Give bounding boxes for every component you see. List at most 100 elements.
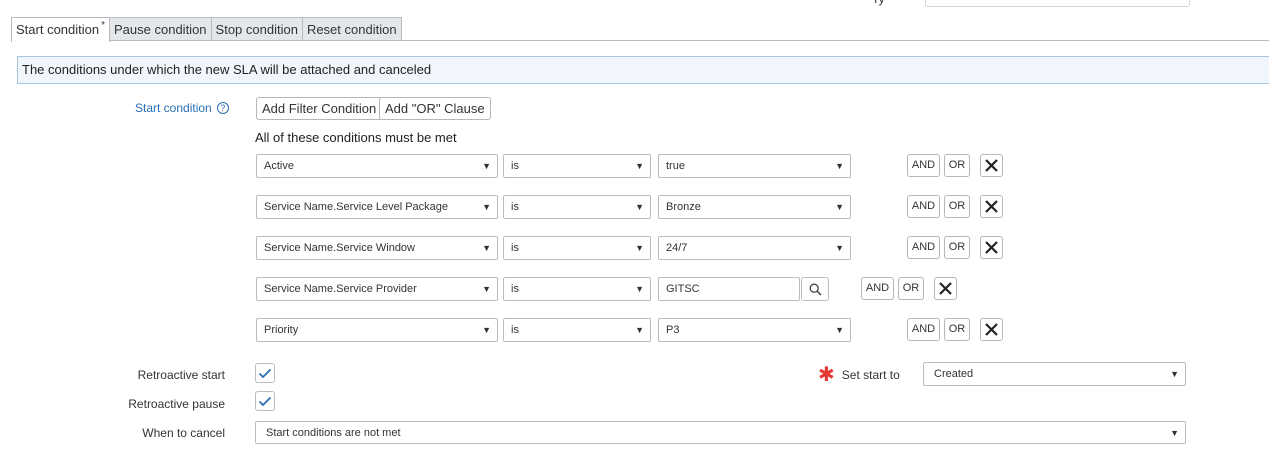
- field-value: Priority: [264, 324, 299, 336]
- type-field-input[interactable]: [925, 0, 1190, 7]
- caret-down-icon: ▼: [635, 161, 644, 171]
- delete-condition-button[interactable]: [980, 154, 1003, 177]
- value-text: true: [666, 160, 685, 172]
- close-icon: [985, 323, 998, 336]
- condition-tabs: Start condition * Pause condition Stop co…: [11, 17, 402, 42]
- value-text: 24/7: [666, 242, 688, 254]
- set-start-to-select[interactable]: Created ▼: [923, 362, 1186, 386]
- caret-down-icon: ▼: [635, 243, 644, 253]
- required-mark: *: [101, 20, 106, 31]
- caret-down-icon: ▼: [835, 325, 844, 335]
- condition-operator-select[interactable]: is ▼: [503, 318, 651, 342]
- caret-down-icon: ▼: [635, 202, 644, 212]
- caret-down-icon: ▼: [1170, 428, 1179, 438]
- annotation-bar: The conditions under which the new SLA w…: [17, 56, 1269, 84]
- tab-stop-condition[interactable]: Stop condition: [211, 17, 303, 41]
- required-star-icon: ✱: [818, 364, 835, 386]
- close-icon: [985, 200, 998, 213]
- all-conditions-text: All of these conditions must be met: [255, 130, 457, 145]
- condition-value-input[interactable]: GITSC: [658, 277, 800, 301]
- add-or-clause-button[interactable]: Add "OR" Clause: [379, 97, 491, 120]
- retroactive-start-checkbox[interactable]: [255, 363, 275, 383]
- caret-down-icon: ▼: [482, 202, 491, 212]
- condition-value-select[interactable]: Bronze ▼: [658, 195, 851, 219]
- retroactive-pause-label: Retroactive pause: [128, 397, 225, 411]
- search-icon: [809, 283, 822, 296]
- retroactive-start-label: Retroactive start: [137, 368, 225, 382]
- condition-field-select[interactable]: Service Name.Service Window ▼: [256, 236, 498, 260]
- type-field-label: Ty: [872, 0, 885, 6]
- condition-operator-select[interactable]: is ▼: [503, 154, 651, 178]
- tab-pause-condition[interactable]: Pause condition: [110, 17, 212, 41]
- caret-down-icon: ▼: [835, 161, 844, 171]
- caret-down-icon: ▼: [635, 325, 644, 335]
- condition-field-select[interactable]: Service Name.Service Level Package ▼: [256, 195, 498, 219]
- caret-down-icon: ▼: [635, 284, 644, 294]
- delete-condition-button[interactable]: [934, 277, 957, 300]
- operator-value: is: [511, 324, 519, 336]
- value-text: Bronze: [666, 201, 701, 213]
- when-to-cancel-label: When to cancel: [142, 426, 225, 440]
- set-start-to-value: Created: [934, 368, 974, 380]
- close-icon: [985, 241, 998, 254]
- caret-down-icon: ▼: [1170, 369, 1179, 379]
- or-button[interactable]: OR: [944, 318, 970, 341]
- value-text: GITSC: [666, 283, 700, 295]
- condition-value-select[interactable]: P3 ▼: [658, 318, 851, 342]
- or-button[interactable]: OR: [944, 195, 970, 218]
- operator-value: is: [511, 201, 519, 213]
- when-to-cancel-value: Start conditions are not met: [266, 427, 401, 439]
- caret-down-icon: ▼: [835, 243, 844, 253]
- or-button[interactable]: OR: [944, 236, 970, 259]
- start-condition-label-text: Start condition: [135, 101, 212, 115]
- lookup-button[interactable]: [801, 277, 829, 301]
- condition-value-select[interactable]: 24/7 ▼: [658, 236, 851, 260]
- or-button[interactable]: OR: [898, 277, 924, 300]
- condition-operator-select[interactable]: is ▼: [503, 195, 651, 219]
- operator-value: is: [511, 283, 519, 295]
- caret-down-icon: ▼: [835, 202, 844, 212]
- set-start-to-label: ✱ Set start to: [818, 364, 900, 386]
- start-condition-label: Start condition ?: [135, 101, 229, 115]
- field-value: Service Name.Service Provider: [264, 283, 417, 295]
- tab-label: Pause condition: [114, 22, 207, 37]
- caret-down-icon: ▼: [482, 325, 491, 335]
- caret-down-icon: ▼: [482, 161, 491, 171]
- retroactive-pause-checkbox[interactable]: [255, 391, 275, 411]
- tab-divider: [11, 40, 1269, 41]
- and-button[interactable]: AND: [907, 236, 940, 259]
- and-button[interactable]: AND: [861, 277, 894, 300]
- delete-condition-button[interactable]: [980, 236, 1003, 259]
- delete-condition-button[interactable]: [980, 195, 1003, 218]
- close-icon: [939, 282, 952, 295]
- field-value: Service Name.Service Window: [264, 242, 415, 254]
- set-start-to-label-text: Set start to: [841, 368, 900, 382]
- question-circle-icon[interactable]: ?: [216, 102, 229, 114]
- condition-field-select[interactable]: Active ▼: [256, 154, 498, 178]
- condition-value-select[interactable]: true ▼: [658, 154, 851, 178]
- when-to-cancel-select[interactable]: Start conditions are not met ▼: [255, 421, 1186, 444]
- condition-field-select[interactable]: Priority ▼: [256, 318, 498, 342]
- field-value: Service Name.Service Level Package: [264, 201, 449, 213]
- tab-label: Stop condition: [215, 22, 298, 37]
- operator-value: is: [511, 160, 519, 172]
- and-button[interactable]: AND: [907, 154, 940, 177]
- tab-start-condition[interactable]: Start condition *: [11, 17, 111, 42]
- checkmark-icon: [258, 368, 272, 378]
- tab-label: Start condition: [16, 22, 100, 37]
- close-icon: [985, 159, 998, 172]
- add-filter-condition-button[interactable]: Add Filter Condition: [256, 97, 383, 120]
- or-button[interactable]: OR: [944, 154, 970, 177]
- caret-down-icon: ▼: [482, 284, 491, 294]
- delete-condition-button[interactable]: [980, 318, 1003, 341]
- and-button[interactable]: AND: [907, 195, 940, 218]
- checkmark-icon: [258, 396, 272, 406]
- tab-reset-condition[interactable]: Reset condition: [302, 17, 402, 41]
- condition-operator-select[interactable]: is ▼: [503, 236, 651, 260]
- condition-operator-select[interactable]: is ▼: [503, 277, 651, 301]
- condition-field-select[interactable]: Service Name.Service Provider ▼: [256, 277, 498, 301]
- operator-value: is: [511, 242, 519, 254]
- value-text: P3: [666, 324, 680, 336]
- and-button[interactable]: AND: [907, 318, 940, 341]
- caret-down-icon: ▼: [482, 243, 491, 253]
